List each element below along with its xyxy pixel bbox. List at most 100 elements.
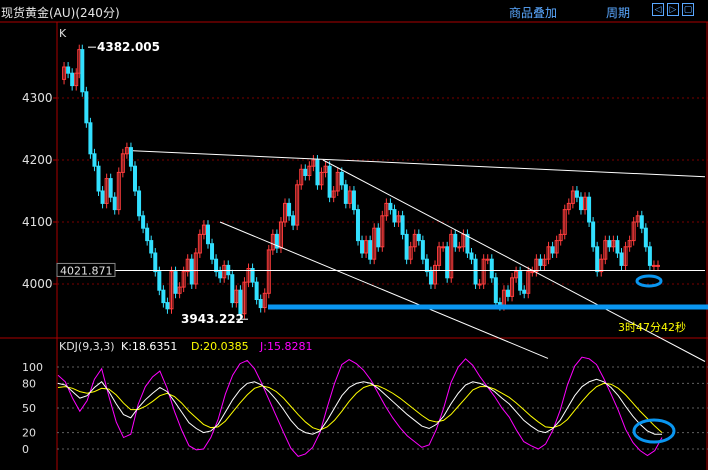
candlestick-chart: 4300 4200 4100 4000 K 4021.871 4382.005 3943.22… (0, 21, 708, 470)
candle-body (453, 233, 458, 248)
candle-body (591, 221, 596, 248)
candle-body (360, 240, 365, 254)
candle-body (493, 277, 498, 304)
kdj-tick-label: 50 (22, 402, 36, 415)
candle-body (88, 122, 93, 155)
candle-body (70, 72, 75, 87)
kdj-k-line (57, 378, 662, 435)
candle-body (153, 252, 158, 273)
candle-body (210, 243, 215, 260)
candle-body (189, 258, 194, 285)
candle-body (137, 190, 142, 217)
candle-body (315, 159, 320, 186)
kdj-tick-label: 20 (22, 427, 36, 440)
candle-body (351, 190, 356, 211)
candle-body (489, 258, 494, 279)
candle-body (420, 240, 425, 260)
candle-body (518, 271, 523, 291)
candle-body (392, 209, 397, 223)
candle-body (416, 233, 421, 242)
candle-body (607, 240, 612, 248)
candle-body (238, 289, 243, 315)
candle-body (214, 258, 219, 273)
candle-body (445, 246, 450, 279)
current-price-label: 4021.871 (60, 264, 113, 277)
candle-body (254, 281, 259, 301)
candle-body (477, 283, 482, 286)
candle-body (173, 271, 178, 294)
high-label: 4382.005 (97, 40, 160, 54)
kdj-tick-label: 100 (22, 361, 43, 374)
candle-body (522, 289, 527, 294)
candle-body (404, 233, 409, 260)
candle-body (615, 240, 620, 254)
candle-body (339, 171, 344, 186)
candle-body (643, 227, 648, 248)
trendline-upper (132, 150, 706, 178)
candle-body (108, 178, 113, 198)
kdj-k-label: K:18.6351 (121, 340, 177, 353)
candle-body (128, 147, 133, 167)
period-button[interactable]: 周期 (606, 4, 630, 21)
candle-body (100, 190, 105, 204)
highlight-circle-price (635, 274, 663, 288)
candle-body (343, 184, 348, 204)
candle-body (258, 299, 263, 309)
kdj-label: KDJ(9,3,3) (59, 340, 115, 353)
candle-body (473, 258, 478, 285)
candle-body (647, 246, 652, 266)
candle-body (505, 289, 510, 297)
candle-body (441, 246, 446, 249)
candle-body (157, 271, 162, 291)
price-tick-label: 4300 (22, 91, 53, 105)
scroll-left-icon[interactable]: ◁ (652, 3, 664, 16)
candle-body (112, 196, 117, 211)
candle-body (587, 196, 592, 223)
candle-body (530, 271, 535, 274)
scroll-right-icon[interactable]: ▷ (667, 3, 679, 16)
candle-body (291, 215, 296, 226)
candle-body (651, 264, 656, 267)
candle-body (428, 271, 433, 285)
candle-body (149, 240, 154, 254)
candle-body (141, 215, 146, 229)
maximize-icon[interactable]: ▢ (682, 3, 694, 16)
candle-body (303, 168, 308, 177)
page-title: 现货黄金(AU)(240分) (1, 6, 120, 20)
candle-body (205, 224, 210, 245)
price-tick-label: 4200 (22, 153, 53, 167)
candle-body (66, 66, 71, 74)
candle-body (287, 202, 292, 217)
candle-body (84, 91, 89, 124)
candle-body (574, 190, 579, 198)
kdj-d-label: D:20.0385 (191, 340, 249, 353)
candle-body (133, 165, 138, 192)
candle-body (355, 209, 360, 242)
candle-body (161, 289, 166, 304)
candle-body (145, 227, 150, 242)
chart-window: 4300 4200 4100 4000 K 4021.871 4382.005 3943.22… (0, 0, 708, 470)
candle-body (469, 252, 474, 260)
candle-body (639, 215, 644, 229)
candle-body (538, 258, 543, 266)
candle-body (485, 258, 490, 261)
candle-body (230, 274, 235, 304)
low-label: 3943.222 (181, 312, 244, 326)
candle-body (80, 49, 85, 93)
candle-body (368, 240, 373, 260)
kdj-tick-label: 0 (22, 443, 29, 456)
overlay-button[interactable]: 商品叠加 (509, 4, 557, 21)
countdown-label: 3时47分42秒 (618, 320, 686, 334)
price-tick-label: 4000 (22, 277, 53, 291)
candle-body (92, 153, 97, 167)
highlight-circle-kdj (632, 418, 676, 444)
candle-body (457, 246, 462, 249)
kdj-j-label: J:15.8281 (259, 340, 312, 353)
price-tick-label: 4100 (22, 215, 53, 229)
candle-body (96, 165, 101, 192)
kdj-j-line (57, 356, 663, 457)
candle-body (388, 202, 393, 211)
candle-body (550, 246, 555, 254)
kdj-tick-label: 80 (22, 377, 36, 390)
candle-body (327, 165, 332, 198)
